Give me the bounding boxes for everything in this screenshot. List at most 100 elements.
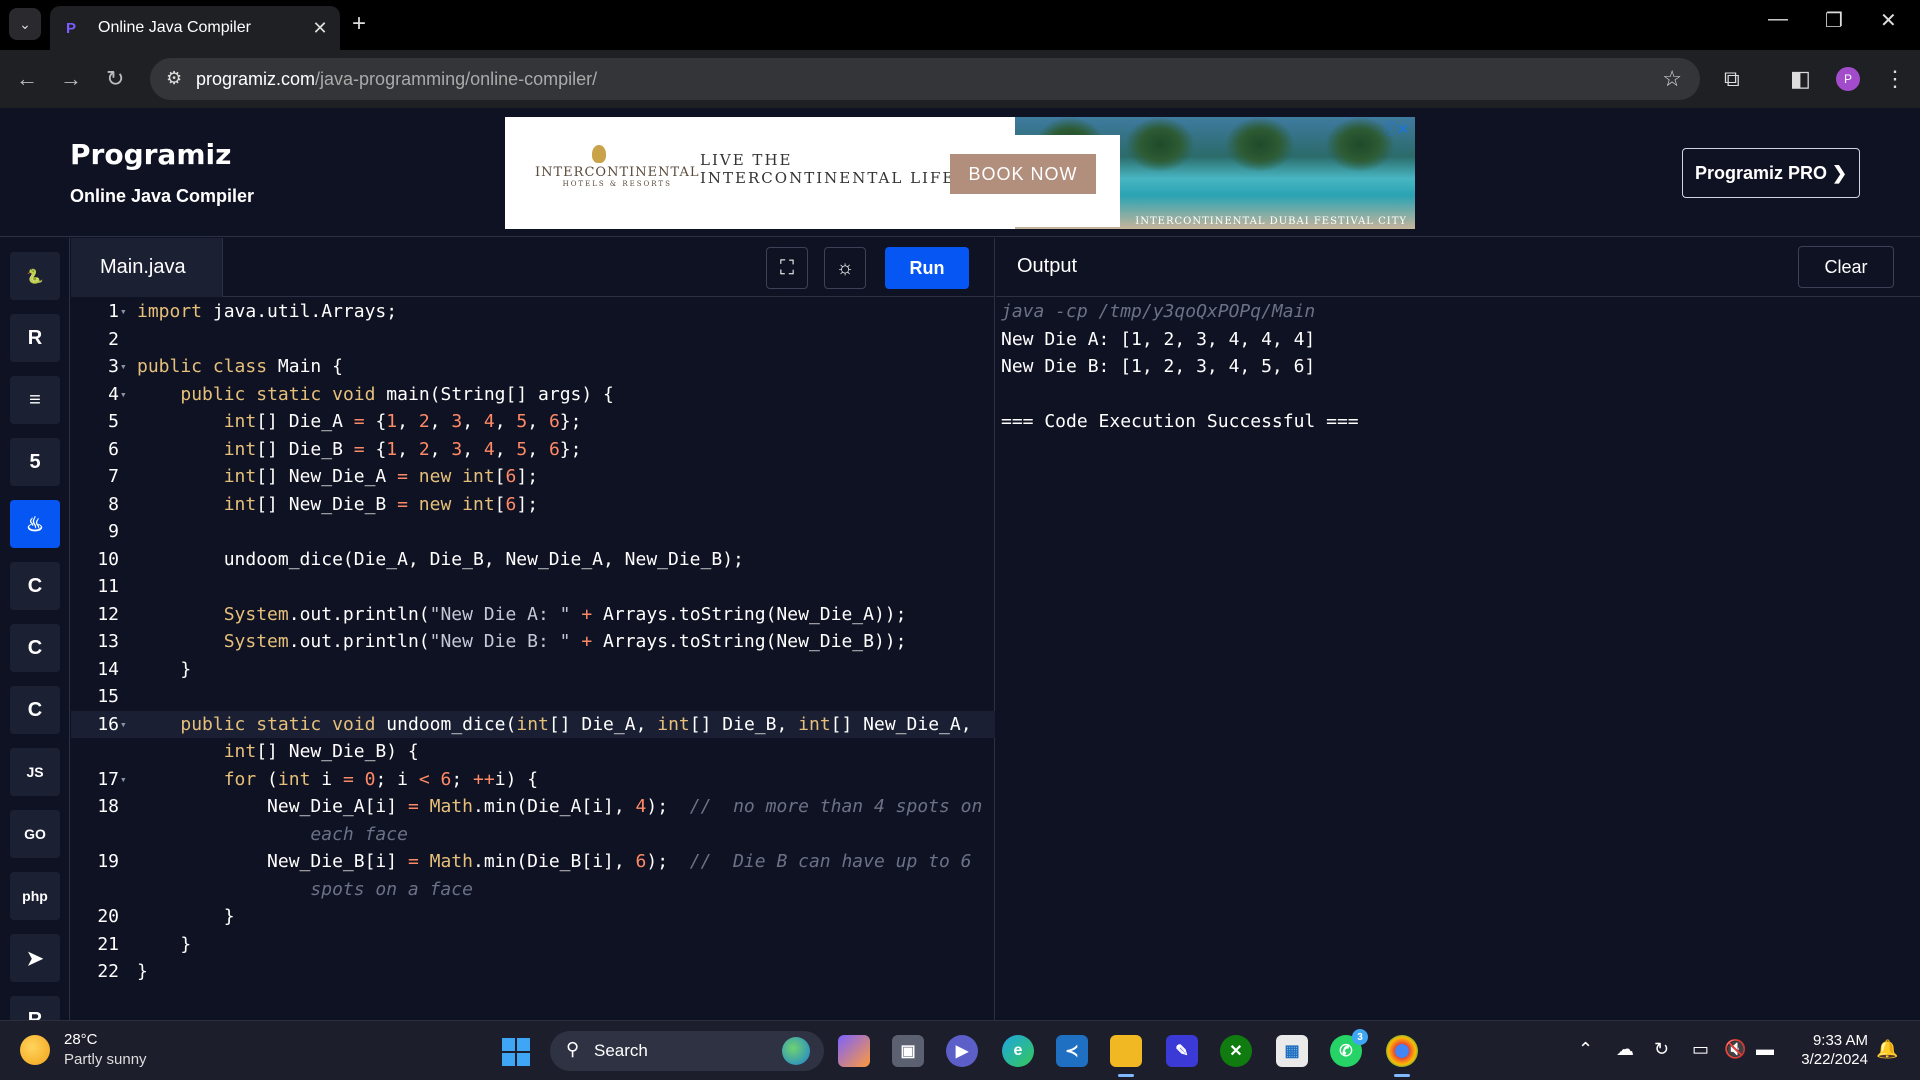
- code-text: New_Die_A[i] = Math.min(Die_A[i], 4); //…: [137, 796, 983, 817]
- theme-toggle-icon[interactable]: ☼: [824, 247, 866, 289]
- forward-icon[interactable]: →: [60, 66, 82, 92]
- chrome-icon[interactable]: [1386, 1035, 1418, 1077]
- taskbar-search[interactable]: ⚲ Search: [550, 1031, 824, 1071]
- code-line[interactable]: 10 undoom_dice(Die_A, Die_B, New_Die_A, …: [71, 546, 995, 574]
- output-toolbar: Output Clear: [996, 238, 1920, 297]
- store-icon[interactable]: ▦: [1276, 1035, 1308, 1067]
- code-line[interactable]: 14 }: [71, 656, 995, 684]
- code-line[interactable]: 18 New_Die_A[i] = Math.min(Die_A[i], 4);…: [71, 793, 995, 821]
- file-explorer-icon[interactable]: [1110, 1035, 1142, 1077]
- volume-muted-icon[interactable]: 🔇: [1724, 1039, 1746, 1060]
- profile-avatar[interactable]: P: [1836, 67, 1860, 91]
- fold-arrow-icon[interactable]: ▾: [120, 766, 127, 794]
- fold-arrow-icon[interactable]: ▾: [120, 381, 127, 409]
- reload-icon[interactable]: ↻: [106, 66, 124, 92]
- browser-tab[interactable]: P Online Java Compiler ✕: [50, 6, 340, 50]
- extensions-icon[interactable]: ⧉: [1724, 66, 1740, 92]
- run-button[interactable]: Run: [885, 247, 969, 289]
- copilot-icon[interactable]: [838, 1035, 870, 1067]
- code-line[interactable]: 7 int[] New_Die_A = new int[6];: [71, 463, 995, 491]
- back-icon[interactable]: ←: [16, 66, 38, 92]
- line-number: 16: [97, 713, 119, 735]
- notification-bell-icon[interactable]: 🔔: [1876, 1039, 1898, 1060]
- battery-icon[interactable]: ▬: [1756, 1039, 1774, 1060]
- ad-choices-icon[interactable]: ⓘ✕: [1383, 119, 1409, 139]
- task-view-icon[interactable]: ▣: [892, 1035, 924, 1067]
- go-icon[interactable]: GO: [10, 810, 60, 858]
- code-line[interactable]: 13 System.out.println("New Die B: " + Ar…: [71, 628, 995, 656]
- code-line[interactable]: each face: [71, 821, 995, 849]
- php-icon[interactable]: php: [10, 872, 60, 920]
- code-line[interactable]: spots on a face: [71, 876, 995, 904]
- bookmark-star-icon[interactable]: ☆: [1662, 66, 1682, 92]
- pen-app-icon[interactable]: ✎: [1166, 1035, 1198, 1067]
- code-line[interactable]: 9: [71, 518, 995, 546]
- cpp-icon[interactable]: C: [10, 624, 60, 672]
- network-icon[interactable]: ▭: [1692, 1039, 1709, 1060]
- fold-arrow-icon[interactable]: ▾: [120, 298, 127, 326]
- sql-icon[interactable]: ≡: [10, 376, 60, 424]
- code-line[interactable]: 5 int[] Die_A = {1, 2, 3, 4, 5, 6};: [71, 408, 995, 436]
- output-command: java -cp /tmp/y3qoQxPOPq/Main: [1001, 301, 1316, 322]
- window-close-icon[interactable]: ✕: [1880, 8, 1897, 33]
- xbox-icon[interactable]: ✕: [1220, 1035, 1252, 1067]
- csharp-icon[interactable]: C: [10, 686, 60, 734]
- java-icon[interactable]: ♨: [10, 500, 60, 548]
- minimize-icon[interactable]: —: [1768, 8, 1788, 31]
- teams-chat-icon[interactable]: ▶: [946, 1035, 978, 1067]
- code-text: each face: [310, 823, 408, 845]
- code-line[interactable]: 20 }: [71, 903, 995, 931]
- code-line[interactable]: 19 New_Die_B[i] = Math.min(Die_B[i], 6);…: [71, 848, 995, 876]
- code-line[interactable]: 17 ▾ for (int i = 0; i < 6; ++i) {: [71, 766, 995, 794]
- python-icon[interactable]: 🐍: [10, 252, 60, 300]
- code-line[interactable]: 11: [71, 573, 995, 601]
- clear-button[interactable]: Clear: [1798, 246, 1894, 288]
- code-line[interactable]: 12 System.out.println("New Die A: " + Ar…: [71, 601, 995, 629]
- code-line[interactable]: 3 ▾ public class Main {: [71, 353, 995, 381]
- code-line[interactable]: int[] New_Die_B) {: [71, 738, 995, 766]
- site-header: Programiz Online Java Compiler INTERCONT…: [0, 108, 1920, 237]
- code-text: }: [137, 658, 192, 680]
- browser-menu-icon[interactable]: ⋮: [1884, 66, 1906, 92]
- html-icon[interactable]: 5: [10, 438, 60, 486]
- ad-book-now-button[interactable]: BOOK NOW: [950, 154, 1096, 194]
- advertisement-banner[interactable]: INTERCONTINENTAL HOTELS & RESORTS LIVE TH…: [505, 117, 1415, 229]
- new-tab-button[interactable]: +: [352, 10, 366, 38]
- file-tab-main-java[interactable]: Main.java: [71, 238, 223, 297]
- fold-arrow-icon[interactable]: ▾: [120, 711, 127, 739]
- code-line[interactable]: 6 int[] Die_B = {1, 2, 3, 4, 5, 6};: [71, 436, 995, 464]
- code-line[interactable]: 16 ▾ public static void undoom_dice(int[]…: [71, 710, 995, 739]
- code-line[interactable]: 22}: [71, 958, 995, 986]
- edge-icon[interactable]: e: [1002, 1035, 1034, 1067]
- code-line[interactable]: 15: [71, 683, 995, 711]
- swift-icon[interactable]: ➤: [10, 934, 60, 982]
- js-icon[interactable]: JS: [10, 748, 60, 796]
- system-clock[interactable]: 9:33 AM 3/22/2024: [1798, 1031, 1868, 1069]
- code-line[interactable]: 8 int[] New_Die_B = new int[6];: [71, 491, 995, 519]
- tab-search-button[interactable]: ⌄: [9, 8, 41, 40]
- c-icon[interactable]: C: [10, 562, 60, 610]
- whatsapp-icon[interactable]: ✆ 3: [1330, 1029, 1368, 1067]
- windows-start-icon[interactable]: [502, 1038, 530, 1066]
- show-hidden-icons-icon[interactable]: ⌃: [1578, 1039, 1593, 1060]
- code-area[interactable]: 1 ▾ import java.util.Arrays; 2 3 ▾ public clas…: [71, 298, 995, 986]
- code-line[interactable]: 2: [71, 326, 995, 354]
- side-panel-icon[interactable]: ◧: [1790, 66, 1811, 92]
- vscode-icon[interactable]: ≺: [1056, 1035, 1088, 1067]
- close-tab-icon[interactable]: ✕: [308, 18, 332, 39]
- programiz-logo[interactable]: Programiz: [70, 138, 231, 171]
- sync-icon[interactable]: ↻: [1654, 1039, 1669, 1060]
- programiz-pro-button[interactable]: Programiz PRO ❯: [1682, 148, 1860, 198]
- partly-sunny-icon: [20, 1035, 50, 1065]
- address-bar[interactable]: ⚙ programiz.com/java-programming/online-…: [150, 58, 1700, 100]
- code-line[interactable]: 1 ▾ import java.util.Arrays;: [71, 298, 995, 326]
- onedrive-icon[interactable]: ☁: [1616, 1039, 1634, 1060]
- line-number: 15: [97, 686, 119, 707]
- fullscreen-icon[interactable]: ⛶: [766, 247, 808, 289]
- r-icon[interactable]: R: [10, 314, 60, 362]
- code-line[interactable]: 21 }: [71, 931, 995, 959]
- code-line[interactable]: 4 ▾ public static void main(String[] args…: [71, 381, 995, 409]
- fold-arrow-icon[interactable]: ▾: [120, 353, 127, 381]
- site-info-icon[interactable]: ⚙: [166, 68, 182, 89]
- restore-icon[interactable]: ❐: [1825, 8, 1843, 33]
